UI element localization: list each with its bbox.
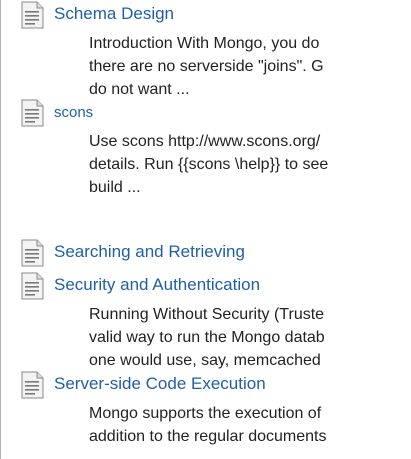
page-document-icon [21, 239, 44, 267]
excerpt-line: Introduction With Mongo, you do [89, 35, 320, 52]
result-excerpt: Introduction With Mongo, you do there ar… [89, 32, 411, 101]
excerpt-line: do not want ... [89, 81, 190, 98]
excerpt-line: details. Run {{scons \help}} to see [89, 156, 329, 173]
page-document-icon [21, 1, 44, 29]
result-title-link[interactable]: Schema Design [54, 4, 174, 24]
page-document-icon [21, 272, 44, 300]
result-title-link[interactable]: scons [54, 104, 93, 121]
result-title-link[interactable]: Server-side Code Execution [54, 374, 266, 394]
page-document-icon [21, 99, 44, 127]
result-title-link[interactable]: Searching and Retrieving [54, 242, 245, 262]
excerpt-line: Use scons http://www.scons.org/ [89, 133, 321, 150]
result-title-link[interactable]: Security and Authentication [54, 275, 260, 295]
excerpt-line: Mongo supports the execution of [89, 405, 322, 422]
excerpt-line: addition to the regular documents [89, 428, 327, 445]
excerpt-line: build ... [89, 179, 141, 196]
excerpt-line: one would use, say, memcached [89, 352, 321, 369]
result-excerpt: Running Without Security (Truste valid w… [89, 303, 411, 372]
excerpt-line: Running Without Security (Truste [89, 306, 325, 323]
excerpt-line: valid way to run the Mongo datab [89, 329, 325, 346]
result-excerpt: Mongo supports the execution of addition… [89, 402, 411, 448]
result-excerpt: Use scons http://www.scons.org/ details.… [89, 130, 411, 199]
search-results-panel: Schema Design Introduction With Mongo, y… [0, 0, 411, 459]
excerpt-line: there are no serverside "joins". G [89, 58, 324, 75]
page-document-icon [21, 371, 44, 399]
